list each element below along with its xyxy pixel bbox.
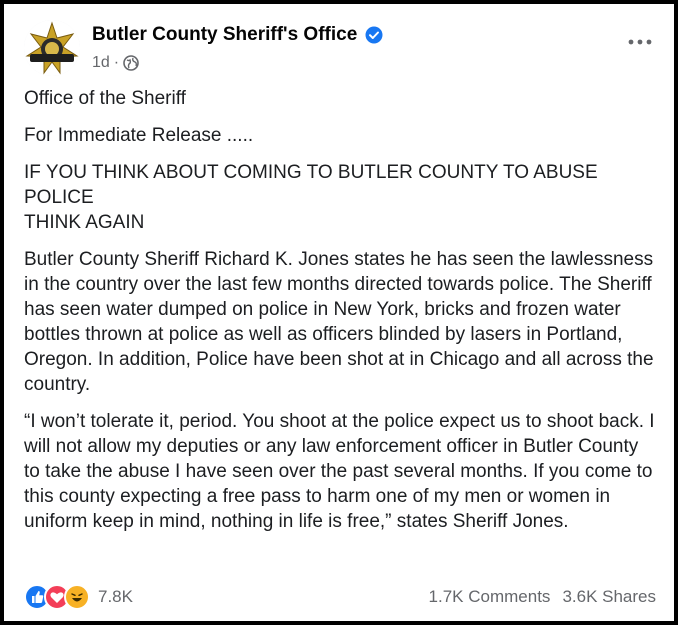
post-header: Butler County Sheriff's Office 1d · [24, 18, 654, 78]
verified-icon [365, 26, 383, 44]
page-avatar[interactable] [24, 20, 80, 76]
comments-count[interactable]: 1.7K Comments [429, 587, 551, 607]
page-name-text[interactable]: Butler County Sheriff's Office [92, 24, 357, 46]
post-paragraph: “I won’t tolerate it, period. You shoot … [24, 411, 655, 532]
post-paragraph: Office of the Sheriff [24, 88, 186, 109]
more-options-icon [628, 39, 652, 45]
engagement-stats: 1.7K Comments 3.6K Shares [429, 587, 656, 607]
post-meta: 1d · [92, 54, 139, 72]
sheriff-badge-logo [24, 20, 80, 76]
post-footer: 7.8K 1.7K Comments 3.6K Shares [24, 582, 656, 612]
reactions-summary[interactable]: 7.8K [24, 584, 133, 610]
haha-reaction-icon [64, 584, 90, 610]
page-name[interactable]: Butler County Sheriff's Office [92, 24, 383, 46]
post-card: Butler County Sheriff's Office 1d · Offi… [4, 4, 674, 621]
reaction-count[interactable]: 7.8K [98, 587, 133, 607]
post-text: Office of the Sheriff For Immediate Rele… [24, 86, 658, 546]
post-paragraph: Butler County Sheriff Richard K. Jones s… [24, 249, 654, 395]
post-time[interactable]: 1d [92, 54, 110, 72]
more-options-button[interactable] [626, 28, 654, 56]
globe-icon[interactable] [123, 55, 139, 71]
post-paragraph: IF YOU THINK ABOUT COMING TO BUTLER COUN… [24, 162, 598, 233]
shares-count[interactable]: 3.6K Shares [562, 587, 656, 607]
meta-separator: · [113, 54, 120, 71]
post-paragraph: For Immediate Release ..... [24, 125, 254, 146]
